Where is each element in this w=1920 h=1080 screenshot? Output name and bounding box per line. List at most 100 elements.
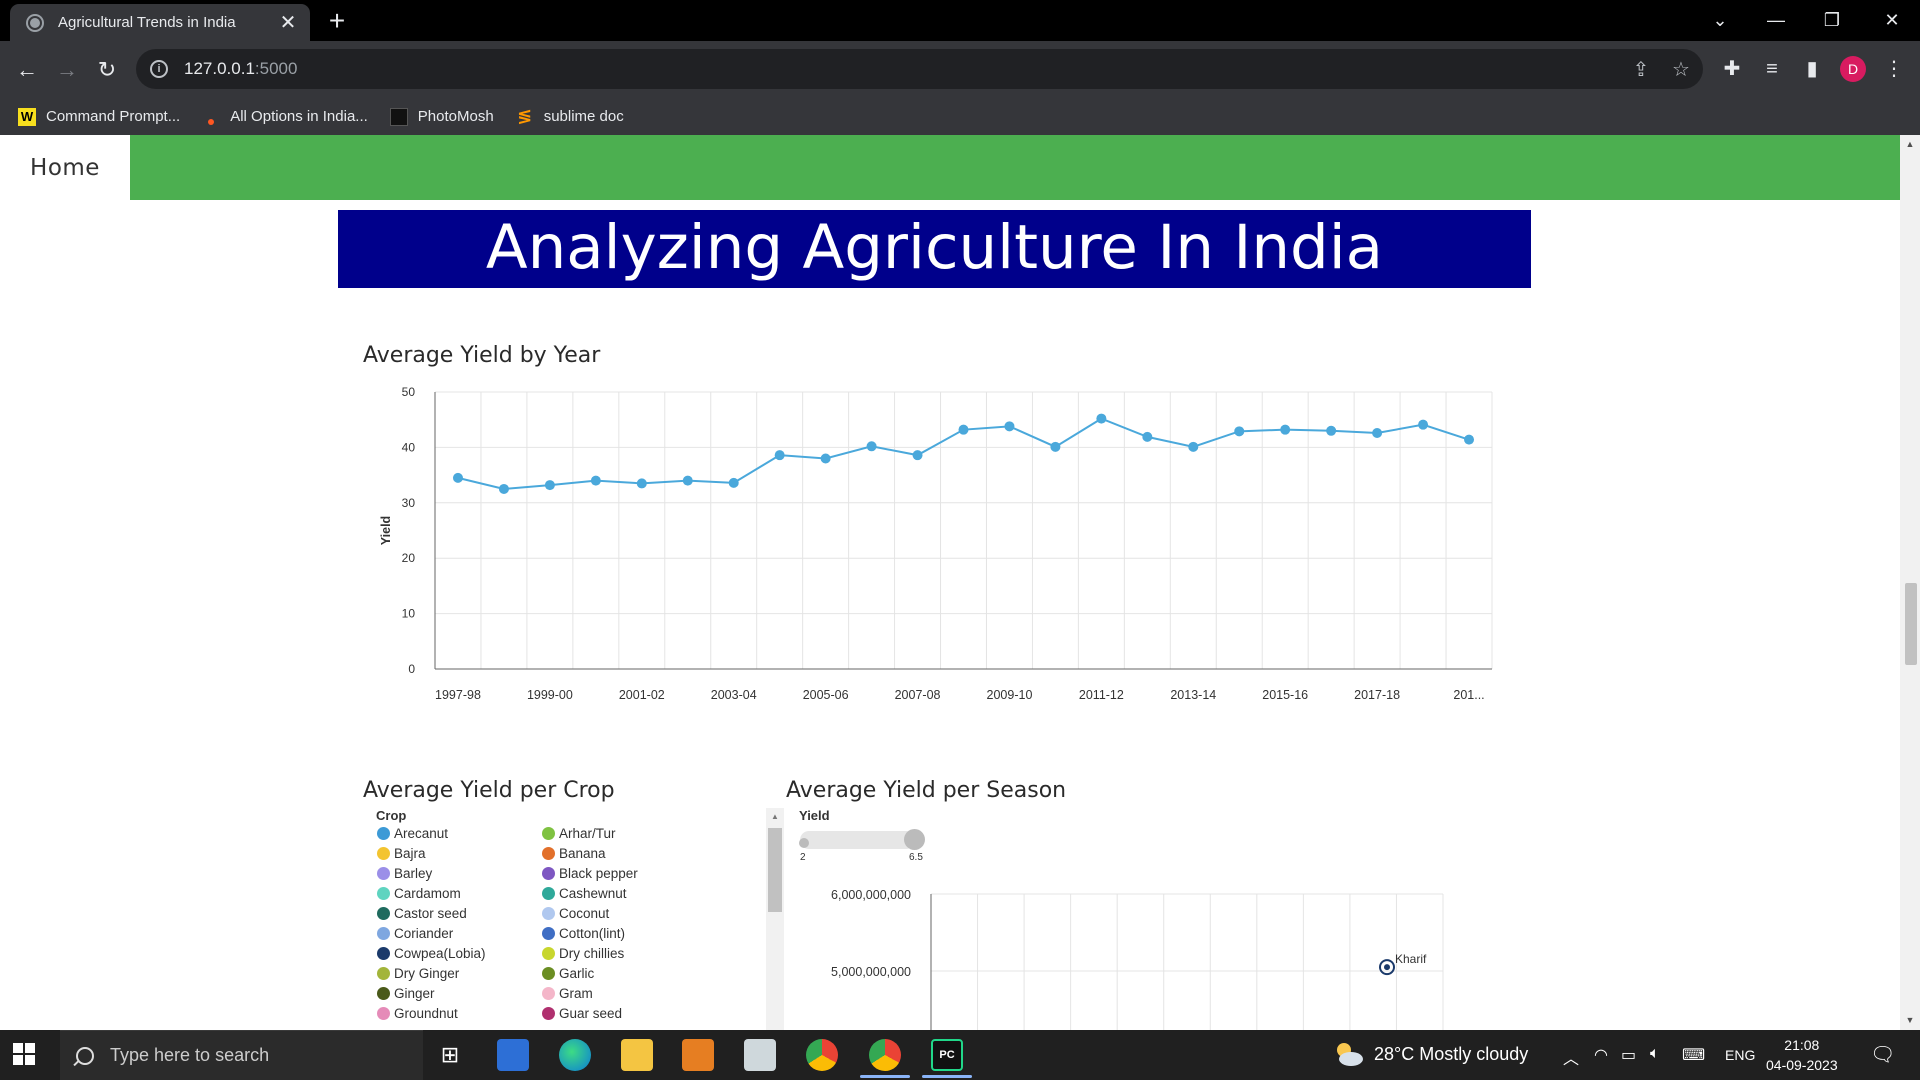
calculator-app-icon[interactable] — [497, 1039, 529, 1071]
crop-legend-item[interactable]: Coconut — [542, 905, 707, 922]
search-icon — [76, 1046, 94, 1065]
crop-legend-item[interactable]: Arecanut — [377, 825, 542, 842]
crop-legend-item[interactable]: Guar seed — [542, 1005, 707, 1022]
bookmark-item[interactable]: PhotoMosh — [389, 107, 494, 126]
network-icon[interactable]: ◠ — [1594, 1045, 1608, 1065]
yield-data-point — [820, 453, 831, 464]
crop-legend-item[interactable]: Groundnut — [377, 1005, 542, 1022]
yield-data-point — [1096, 413, 1107, 424]
address-bar[interactable]: i 127.0.0.1:5000 ⇪ ☆ — [136, 49, 1703, 89]
slider-max-handle[interactable] — [904, 829, 925, 850]
cloudy-weather-icon[interactable] — [1332, 1040, 1364, 1068]
share-icon[interactable]: ⇪ — [1628, 57, 1654, 83]
media-queue-icon[interactable]: ≡ — [1758, 55, 1786, 83]
yield-data-point — [1372, 427, 1383, 438]
minimize-button[interactable]: — — [1748, 0, 1804, 41]
volume-icon[interactable]: 🔈︎ — [1650, 1045, 1660, 1063]
show-hidden-icons-icon[interactable]: ︿ — [1563, 1045, 1579, 1069]
crop-legend-item[interactable]: Castor seed — [377, 905, 542, 922]
crop-legend-item[interactable]: Cashewnut — [542, 885, 707, 902]
new-tab-button[interactable]: + — [322, 6, 352, 36]
legend-label: Cashewnut — [559, 886, 627, 901]
crop-legend-item[interactable]: Arhar/Tur — [542, 825, 707, 842]
forward-arrow-icon[interactable]: → — [52, 55, 82, 85]
y-tick-label: 20 — [402, 551, 416, 565]
back-arrow-icon[interactable]: ← — [12, 55, 42, 85]
page-title-banner: Analyzing Agriculture In India — [338, 210, 1531, 288]
crop-legend-title: Crop — [376, 808, 407, 823]
page-scroll-thumb[interactable] — [1905, 583, 1917, 665]
profile-avatar[interactable]: D — [1840, 56, 1866, 82]
x-tick-label: 2007-08 — [895, 688, 941, 701]
pycharm-icon[interactable]: PC — [931, 1039, 963, 1071]
legend-label: Gram — [559, 986, 593, 1001]
yield-data-point — [498, 483, 509, 494]
yield-data-point — [912, 450, 923, 461]
bookmark-item[interactable]: W Command Prompt... — [18, 107, 180, 126]
crop-legend-item[interactable]: Barley — [377, 865, 542, 882]
legend-scrollbar[interactable]: ▲ — [766, 808, 784, 1030]
yield-by-year-title: Average Yield by Year — [363, 343, 601, 368]
edge-browser-icon[interactable] — [559, 1039, 591, 1071]
system-clock[interactable]: 21:08 04-09-2023 — [1766, 1035, 1838, 1075]
task-view-icon[interactable]: ⊞ — [434, 1039, 466, 1071]
yield-data-point — [728, 477, 739, 488]
legend-label: Dry Ginger — [394, 966, 460, 981]
taskbar-search-box[interactable]: Type here to search — [60, 1030, 423, 1080]
notifications-icon[interactable]: 🗨︎ — [1870, 1042, 1895, 1067]
yield-data-point — [1004, 421, 1015, 432]
legend-scroll-up-icon[interactable]: ▲ — [771, 812, 779, 821]
crop-legend-item[interactable]: Coriander — [377, 925, 542, 942]
restore-button[interactable]: ❐ — [1804, 0, 1860, 41]
crop-legend-item[interactable]: Dry chillies — [542, 945, 707, 962]
yield-data-point — [958, 424, 969, 435]
yield-size-slider[interactable] — [800, 831, 915, 849]
weather-text[interactable]: 28°C Mostly cloudy — [1374, 1044, 1528, 1065]
browser-tab[interactable]: Agricultural Trends in India ✕ — [10, 4, 310, 41]
crop-legend-item[interactable]: Cardamom — [377, 885, 542, 902]
battery-icon[interactable]: ▭ — [1621, 1045, 1636, 1065]
legend-label: Cowpea(Lobia) — [394, 946, 486, 961]
chrome-profile-icon[interactable] — [869, 1039, 901, 1071]
scroll-up-icon[interactable]: ▲ — [1905, 139, 1915, 151]
side-panel-icon[interactable]: ▮ — [1798, 55, 1826, 83]
chrome-icon[interactable] — [806, 1039, 838, 1071]
crop-legend-item[interactable]: Bajra — [377, 845, 542, 862]
legend-scroll-thumb[interactable] — [768, 828, 782, 912]
windows-start-icon[interactable] — [13, 1043, 35, 1065]
media-player-icon[interactable] — [682, 1039, 714, 1071]
extensions-puzzle-icon[interactable]: ✚ — [1718, 55, 1746, 83]
file-explorer-icon[interactable] — [621, 1039, 653, 1071]
crop-legend-item[interactable]: Cowpea(Lobia) — [377, 945, 542, 962]
site-info-icon[interactable]: i — [150, 60, 168, 78]
x-tick-label: 2011-12 — [1079, 688, 1124, 701]
bookmark-item[interactable]: ≶ sublime doc — [516, 106, 624, 126]
legend-swatch — [377, 967, 390, 980]
reload-icon[interactable]: ↻ — [92, 55, 122, 85]
language-indicator[interactable]: ENG — [1725, 1047, 1755, 1063]
crop-legend-item[interactable]: Black pepper — [542, 865, 707, 882]
home-nav-link[interactable]: Home — [0, 135, 130, 200]
crop-legend-item[interactable]: Ginger — [377, 985, 542, 1002]
legend-swatch — [542, 887, 555, 900]
slider-max-label: 6.5 — [909, 852, 923, 863]
more-menu-icon[interactable]: ⋮ — [1880, 55, 1908, 83]
keyboard-icon[interactable]: ⌨ — [1682, 1045, 1705, 1065]
crop-legend-item[interactable]: Garlic — [542, 965, 707, 982]
close-window-button[interactable]: ✕ — [1864, 0, 1920, 41]
dot-bookmark-icon — [202, 108, 220, 126]
x-tick-label: 201... — [1453, 688, 1484, 701]
crop-legend-item[interactable]: Banana — [542, 845, 707, 862]
scroll-down-icon[interactable]: ▼ — [1905, 1015, 1915, 1027]
bookmark-item[interactable]: All Options in India... — [202, 108, 368, 126]
slider-min-handle[interactable] — [799, 838, 809, 848]
legend-label: Coriander — [394, 926, 454, 941]
tab-search-icon[interactable]: ⌄ — [1692, 0, 1748, 41]
crop-legend-item[interactable]: Cotton(lint) — [542, 925, 707, 942]
page-scrollbar[interactable]: ▲ ▼ — [1900, 135, 1920, 1030]
photos-app-icon[interactable] — [744, 1039, 776, 1071]
crop-legend-item[interactable]: Gram — [542, 985, 707, 1002]
close-tab-icon[interactable]: ✕ — [278, 13, 298, 33]
bookmark-star-icon[interactable]: ☆ — [1668, 57, 1694, 83]
crop-legend-item[interactable]: Dry Ginger — [377, 965, 542, 982]
